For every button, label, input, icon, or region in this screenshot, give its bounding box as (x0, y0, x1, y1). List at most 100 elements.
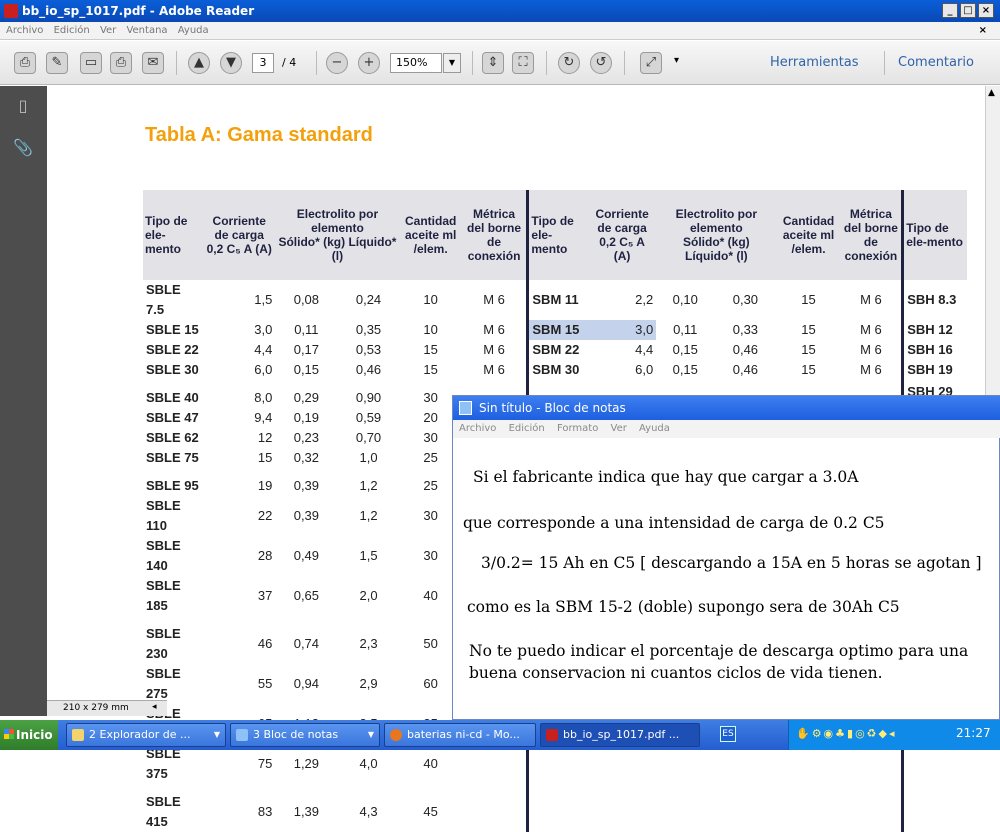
np-menu-formato[interactable]: Formato (557, 423, 598, 434)
table-cell: SBLE 22 (146, 342, 199, 357)
save-icon[interactable]: ▭ (80, 52, 102, 74)
task-reader[interactable]: bb_io_sp_1017.pdf ... (540, 723, 700, 747)
attachments-icon[interactable]: 📎 (13, 138, 33, 160)
dropdown-icon: ▼ (213, 730, 220, 739)
rotate-icon[interactable]: ↻ (558, 52, 580, 74)
edit-icon[interactable]: ✎ (46, 52, 68, 74)
table-cell: 0,90 (355, 390, 382, 405)
note-line: como es la SBM 15-2 (doble) supongo sera… (467, 598, 900, 616)
col-electrolito-b: Electrolito por elemento Sólido* (kg) Líq… (656, 190, 777, 280)
np-menu-archivo[interactable]: Archivo (459, 423, 496, 434)
fit-page-icon[interactable]: ⇕ (482, 52, 504, 74)
table-cell (714, 744, 776, 784)
next-page-icon[interactable]: ▼ (220, 52, 242, 74)
table-title: Tabla A: Gama standard (145, 124, 373, 146)
table-cell (588, 744, 656, 784)
table-cell: SBLE 140 (146, 538, 181, 573)
menu-ver[interactable]: Ver (100, 25, 116, 36)
fullscreen-icon[interactable]: ⤢ (640, 52, 662, 74)
table-cell: SBLE 7.5 (146, 282, 181, 317)
table-cell: 22 (257, 508, 273, 523)
table-cell: 10 (423, 322, 438, 337)
notepad-title: Sin título - Bloc de notas (479, 401, 626, 415)
page-size-status: 210 x 279 mm (47, 700, 167, 716)
col-tipo-b: Tipo de ele-mento (527, 190, 589, 280)
col-corriente-b-unit: 0,2 C₅ A (A) (599, 235, 645, 263)
table-cell: SBLE 95 (146, 478, 199, 493)
tray-icons[interactable]: ✋⚙◉♣▮◎♻◆◂ (796, 727, 897, 740)
table-cell: 0,53 (355, 342, 382, 357)
start-button[interactable]: Inicio (0, 720, 58, 750)
table-cell: 15 (801, 342, 816, 357)
table-cell: SBLE 415 (146, 794, 181, 829)
table-cell: 0,15 (293, 362, 320, 377)
page-number-input[interactable]: 3 (252, 53, 274, 73)
table-cell (656, 784, 714, 832)
zoom-in-icon[interactable]: + (358, 52, 380, 74)
language-indicator[interactable]: ES (720, 726, 736, 742)
start-label: Inicio (16, 728, 53, 742)
zoom-level-field[interactable]: 150% (390, 53, 442, 73)
col-electrolito-b-label: Electrolito por elemento (675, 207, 757, 235)
table-cell: 3,0 (254, 322, 273, 337)
minimize-button[interactable]: _ (942, 3, 958, 18)
table-cell: 0,32 (293, 450, 320, 465)
table-cell: SBH 16 (907, 342, 953, 357)
table-cell: SBLE 230 (146, 626, 181, 661)
table-cell: 0,11 (673, 322, 698, 337)
table-cell: M 6 (840, 340, 905, 360)
zoom-dropdown-icon[interactable]: ▼ (443, 53, 461, 73)
email-icon[interactable]: ✉ (142, 52, 164, 74)
fit-width-icon[interactable]: ⛶ (512, 52, 534, 74)
table-cell: SBH 12 (907, 322, 953, 337)
table-cell: 0,15 (672, 362, 698, 377)
menu-edicion[interactable]: Edición (54, 25, 90, 36)
menu-ayuda[interactable]: Ayuda (178, 25, 209, 36)
col-metrica-b: Métrica del borne de conexión (840, 190, 905, 280)
close-button[interactable]: × (978, 3, 994, 18)
zoom-out-icon[interactable]: − (326, 52, 348, 74)
print-icon[interactable]: ⎙ (110, 52, 132, 74)
table-cell: 15 (423, 362, 438, 377)
table-cell: 0,46 (732, 342, 759, 357)
table-cell: 0,33 (732, 322, 759, 337)
scroll-up-icon[interactable]: ▲ (988, 88, 995, 98)
comment-button[interactable]: Comentario (898, 55, 974, 70)
pages-panel-icon[interactable]: ▯ (13, 96, 33, 118)
maximize-button[interactable]: □ (960, 3, 976, 18)
scroll-left-icon[interactable]: ◂ (152, 702, 157, 712)
task-browser[interactable]: baterias ni-cd - Mo... (384, 723, 536, 747)
task-notepad[interactable]: 3 Bloc de notas ▼ (230, 723, 380, 747)
table-row: SBLE 30 6,0 0,15 0,46 15 M 6 SBM 30 6,0 0,15 0,46… (143, 360, 967, 380)
previous-page-icon[interactable]: ▲ (188, 52, 210, 74)
create-pdf-icon[interactable]: ⎙ (14, 52, 36, 74)
table-cell: M 6 (840, 320, 905, 340)
np-menu-edicion[interactable]: Edición (509, 423, 545, 434)
table-cell: SBLE 15 (146, 322, 199, 337)
np-menu-ver[interactable]: Ver (611, 423, 627, 434)
page-total: / 4 (282, 56, 297, 69)
table-cell: M 6 (840, 360, 905, 380)
table-row: SBLE 7.5 1,5 0,08 0,24 10 M 6 SBM 11 2,2 0,10 0,3… (143, 280, 967, 320)
notepad-text-area[interactable]: Si el fabricante indica que hay que carg… (453, 438, 1000, 720)
task-explorer[interactable]: 2 Explorador de ... ▼ (66, 723, 226, 747)
table-cell: 6,0 (635, 362, 654, 377)
table-cell: 15 (423, 342, 438, 357)
np-menu-ayuda[interactable]: Ayuda (639, 423, 670, 434)
sign-icon[interactable]: ↺ (590, 52, 612, 74)
table-cell: 37 (257, 588, 273, 603)
menu-archivo[interactable]: Archivo (6, 25, 43, 36)
col-tipo-c: Tipo de ele-mento (902, 190, 967, 280)
customize-dropdown-icon[interactable]: ▾ (674, 55, 679, 66)
toolbar-separator (624, 51, 625, 75)
reader-toolbar: ⎙ ✎ ▭ ⎙ ✉ ▲ ▼ 3 / 4 − + 150% ▼ ⇕ ⛶ ↻ ↺ ⤢… (0, 41, 1000, 85)
tools-button[interactable]: Herramientas (770, 55, 859, 70)
toolbar-separator (316, 51, 317, 75)
table-cell: 0,10 (672, 292, 698, 307)
table-cell: 0,65 (293, 588, 320, 603)
menu-ventana[interactable]: Ventana (126, 25, 167, 36)
note-line: Si el fabricante indica que hay que carg… (473, 468, 859, 486)
close-document-icon[interactable]: × (979, 22, 987, 40)
table-cell: 0,39 (293, 508, 320, 523)
toolbar-separator (884, 51, 885, 75)
